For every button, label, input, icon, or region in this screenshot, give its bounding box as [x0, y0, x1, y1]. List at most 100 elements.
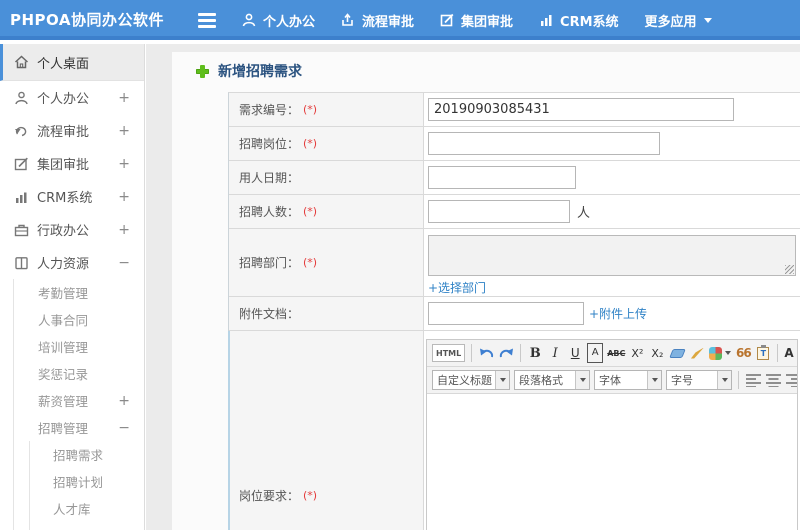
eraser-icon[interactable] [669, 343, 686, 363]
sidebar: 个人桌面 个人办公 + 流程审批 + 集团审批 + CRM系统 + 行政办公 +… [0, 44, 145, 530]
user-icon [242, 13, 256, 27]
strikethrough-button[interactable]: ABC [607, 343, 625, 363]
expand-plus-icon[interactable]: + [118, 393, 130, 409]
italic-button[interactable]: I [547, 343, 563, 363]
rich-text-editor: HTML B I U A ABC X² X₂ 66 T A 自定义标题 段落格式… [426, 339, 798, 530]
sidebar-item-hr-contract[interactable]: 人事合同 [14, 306, 144, 333]
sidebar-item-label: 人力资源 [37, 257, 90, 272]
serial-number-input[interactable] [428, 98, 734, 121]
custom-heading-select[interactable]: 自定义标题 [432, 370, 510, 390]
sidebar-item-salary[interactable]: 薪资管理 + [14, 387, 144, 414]
sidebar-item-label: 人才库 [53, 502, 91, 517]
edit-square-icon [14, 157, 29, 171]
undo-icon[interactable] [478, 343, 494, 363]
font-size-select[interactable]: 字号 [666, 370, 732, 390]
hire-date-input[interactable] [428, 166, 576, 189]
position-input[interactable] [428, 132, 660, 155]
home-icon [14, 55, 29, 69]
color-palette-icon[interactable] [709, 343, 732, 363]
font-color-button[interactable]: A [784, 343, 797, 363]
superscript-button[interactable]: X² [629, 343, 645, 363]
subscript-button[interactable]: X₂ [649, 343, 665, 363]
edit-square-icon [440, 13, 454, 27]
sidebar-item-label: 培训管理 [38, 340, 89, 355]
form-row-headcount: 招聘人数： (*) 人 [229, 195, 800, 229]
sidebar-item-group-approval[interactable]: 集团审批 + [0, 147, 144, 180]
select-department-link[interactable]: +选择部门 [428, 279, 486, 296]
app-window: PHPOA协同办公软件 个人办公 流程审批 集团审批 CRM系统 更多应用 个人… [0, 0, 800, 530]
select-value: 字体 [599, 374, 621, 387]
caret-down-icon [703, 17, 712, 23]
align-left-icon[interactable] [745, 370, 761, 390]
attachment-input[interactable] [428, 302, 584, 325]
font-style-box-button[interactable]: A [587, 343, 604, 363]
hamburger-menu-icon[interactable] [198, 12, 216, 28]
expand-plus-icon[interactable]: + [118, 90, 130, 106]
navbar-menu: 个人办公 流程审批 集团审批 CRM系统 更多应用 [198, 0, 712, 40]
form-row-date: 用人日期： [229, 161, 800, 195]
format-brush-icon[interactable] [689, 343, 705, 363]
sidebar-item-recruit-mgmt[interactable]: 招聘管理 − [14, 414, 144, 441]
field-label: 招聘岗位： [239, 137, 300, 151]
align-center-icon[interactable] [765, 370, 781, 390]
collapse-minus-icon[interactable]: − [118, 255, 130, 271]
editor-content-area[interactable] [427, 394, 797, 530]
paragraph-format-select[interactable]: 段落格式 [514, 370, 590, 390]
sidebar-item-label: 薪资管理 [38, 394, 89, 409]
sidebar-item-training[interactable]: 培训管理 [14, 333, 144, 360]
expand-plus-icon[interactable]: + [118, 156, 130, 172]
nav-item-more-apps[interactable]: 更多应用 [645, 11, 712, 30]
nav-item-crm[interactable]: CRM系统 [539, 11, 619, 30]
sidebar-item-recruit-demand[interactable]: 招聘需求 [30, 441, 144, 468]
font-family-select[interactable]: 字体 [594, 370, 662, 390]
toolbar-separator [777, 344, 779, 362]
align-right-icon[interactable] [785, 370, 797, 390]
toolbar-separator [471, 344, 473, 362]
nav-item-personal-office[interactable]: 个人办公 [242, 11, 315, 30]
field-label: 附件文档： [239, 307, 300, 321]
required-marker: (*) [303, 205, 318, 218]
sidebar-item-label: 考勤管理 [38, 286, 89, 301]
sidebar-item-label: 集团审批 [37, 158, 90, 173]
required-marker: (*) [303, 137, 318, 150]
paste-icon[interactable]: T [755, 343, 771, 363]
nav-item-workflow-approval[interactable]: 流程审批 [341, 11, 414, 30]
department-textarea[interactable] [428, 235, 796, 276]
sidebar-item-attendance[interactable]: 考勤管理 [14, 279, 144, 306]
bold-button[interactable]: B [527, 343, 543, 363]
sidebar-item-hr[interactable]: 人力资源 − [0, 246, 144, 279]
expand-plus-icon[interactable]: + [118, 189, 130, 205]
blockquote-button[interactable]: 66 [735, 343, 752, 363]
collapse-minus-icon[interactable]: − [118, 420, 130, 436]
redo-icon[interactable] [498, 343, 514, 363]
expand-plus-icon[interactable]: + [118, 123, 130, 139]
expand-plus-icon[interactable]: + [118, 222, 130, 238]
sidebar-item-admin-office[interactable]: 行政办公 + [0, 213, 144, 246]
page-title-text: 新增招聘需求 [218, 64, 302, 80]
nav-item-label: 集团审批 [461, 14, 514, 30]
headcount-input[interactable] [428, 200, 570, 223]
html-source-button[interactable]: HTML [432, 344, 466, 362]
sidebar-item-recruit-plan[interactable]: 招聘计划 [30, 468, 144, 495]
sidebar-item-desktop[interactable]: 个人桌面 [0, 44, 144, 81]
sidebar-item-workflow-approval[interactable]: 流程审批 + [0, 114, 144, 147]
attachment-upload-link[interactable]: +附件上传 [589, 305, 647, 322]
sidebar-item-personal-office[interactable]: 个人办公 + [0, 81, 144, 114]
sidebar-item-rewards[interactable]: 奖惩记录 [14, 360, 144, 387]
form-row-attachment: 附件文档： +附件上传 [229, 297, 800, 331]
field-label: 需求编号： [239, 103, 300, 117]
sidebar-item-label: 个人办公 [37, 92, 90, 107]
form-row-department: 招聘部门： (*) +选择部门 [229, 229, 800, 297]
nav-item-group-approval[interactable]: 集团审批 [440, 11, 513, 30]
briefcase-icon [14, 223, 29, 237]
recruit-demand-form: 需求编号： (*) 招聘岗位： (*) [228, 92, 800, 530]
form-row-position: 招聘岗位： (*) [229, 127, 800, 161]
sidebar-item-crm[interactable]: CRM系统 + [0, 180, 144, 213]
bar-chart-icon [14, 190, 29, 204]
underline-button[interactable]: U [567, 343, 583, 363]
user-icon [14, 91, 29, 105]
sidebar-item-talent-pool[interactable]: 人才库 [30, 495, 144, 522]
toolbar-separator [520, 344, 522, 362]
hr-submenu: 考勤管理 人事合同 培训管理 奖惩记录 薪资管理 + 招聘管理 − 招聘需求 招… [13, 279, 144, 530]
select-value: 自定义标题 [437, 374, 492, 387]
